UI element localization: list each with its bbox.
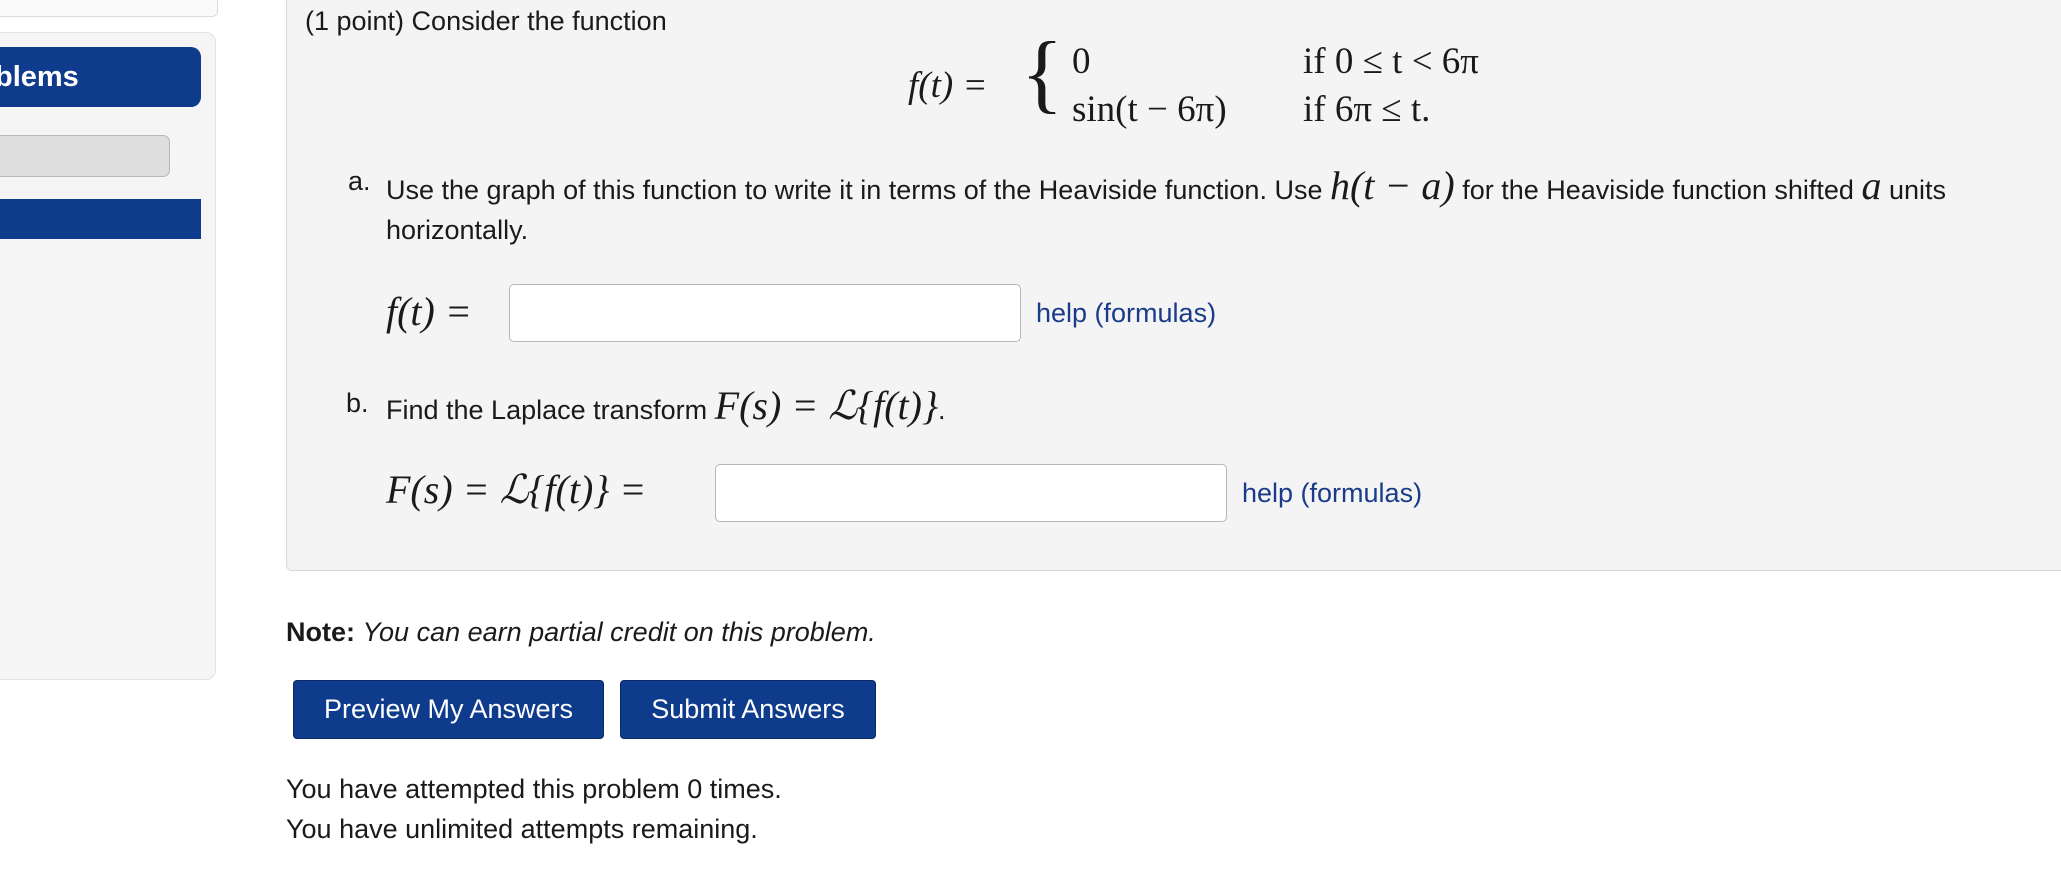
attempts-remaining-text: You have unlimited attempts remaining.	[286, 814, 758, 844]
shift-variable: a	[1861, 163, 1882, 208]
note-text: You can earn partial credit on this prob…	[362, 617, 876, 647]
case1-value: 0	[1072, 41, 1091, 82]
sidebar	[0, 32, 216, 680]
case2-value: sin(t − 6π)	[1072, 89, 1227, 130]
part-a-answer-label: f(t) =	[386, 289, 472, 334]
preview-answers-button[interactable]: Preview My Answers	[293, 680, 604, 739]
attempts-count-text: You have attempted this problem 0 times.	[286, 774, 782, 804]
part-a-text-before: Use the graph of this function to write …	[386, 175, 1330, 205]
part-b-text-end: .	[937, 395, 946, 425]
sidebar-partial-text: )	[0, 622, 1, 654]
piecewise-lhs: f(t) =	[908, 65, 988, 106]
part-b-label: b.	[346, 388, 369, 418]
heaviside-expr: h(t − a)	[1329, 163, 1455, 208]
part-b-answer-input[interactable]	[715, 464, 1227, 522]
case1-condition: if 0 ≤ t < 6π	[1303, 41, 1479, 82]
note-label: Note:	[286, 617, 355, 647]
laplace-expr: F(s) = ℒ{f(t)}	[714, 383, 938, 428]
submit-answers-button[interactable]: Submit Answers	[620, 680, 876, 739]
partial-credit-note: Note: You can earn partial credit on thi…	[286, 617, 876, 648]
problems-nav-button[interactable]: blems	[0, 47, 201, 107]
part-b-text: Find the Laplace transform F(s) = ℒ{f(t)…	[386, 382, 946, 429]
sidebar-input[interactable]	[0, 135, 170, 177]
part-a-label: a.	[348, 166, 371, 196]
case2-condition: if 6π ≤ t.	[1303, 89, 1431, 130]
part-a-text-middle: for the Heaviside function shifted	[1454, 175, 1862, 205]
part-a-answer-input[interactable]	[509, 284, 1021, 342]
part-b-answer-label: F(s) = ℒ{f(t)} =	[386, 467, 647, 512]
part-a-help-link[interactable]: help (formulas)	[1036, 298, 1216, 329]
sidebar-active-item[interactable]	[0, 199, 201, 239]
curly-brace: {	[1021, 25, 1064, 122]
part-b-help-link[interactable]: help (formulas)	[1242, 478, 1422, 509]
part-a-text: Use the graph of this function to write …	[386, 166, 2046, 250]
sidebar-top-box	[0, 0, 218, 17]
problem-intro: (1 point) Consider the function	[305, 6, 667, 36]
part-b-text-start: Find the Laplace transform	[386, 395, 715, 425]
